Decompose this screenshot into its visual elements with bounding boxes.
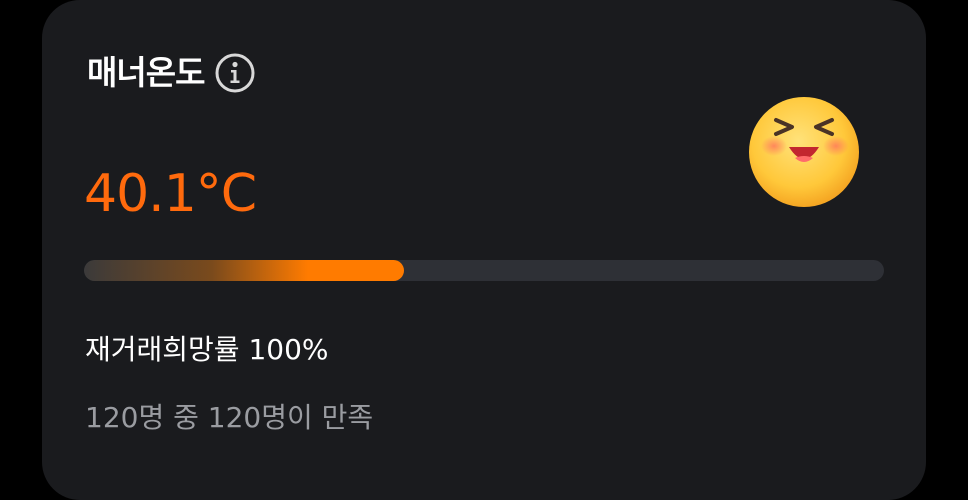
temperature-progress-bar xyxy=(84,260,884,281)
satisfaction-text: 120명 중 120명이 만족 xyxy=(85,401,374,434)
title-row: 매너온도 xyxy=(87,52,256,94)
manner-temperature-card: 매너온도 40.1°C 재거래희망률 100% 120명 중 120명이 만족 xyxy=(42,0,926,500)
grinning-squinting-face-icon xyxy=(749,97,859,207)
card-title: 매너온도 xyxy=(87,53,205,92)
temperature-progress-fill xyxy=(84,260,404,281)
rehire-rate-text: 재거래희망률 100% xyxy=(85,333,329,366)
temperature-value: 40.1°C xyxy=(84,164,257,224)
info-icon[interactable] xyxy=(214,52,256,94)
